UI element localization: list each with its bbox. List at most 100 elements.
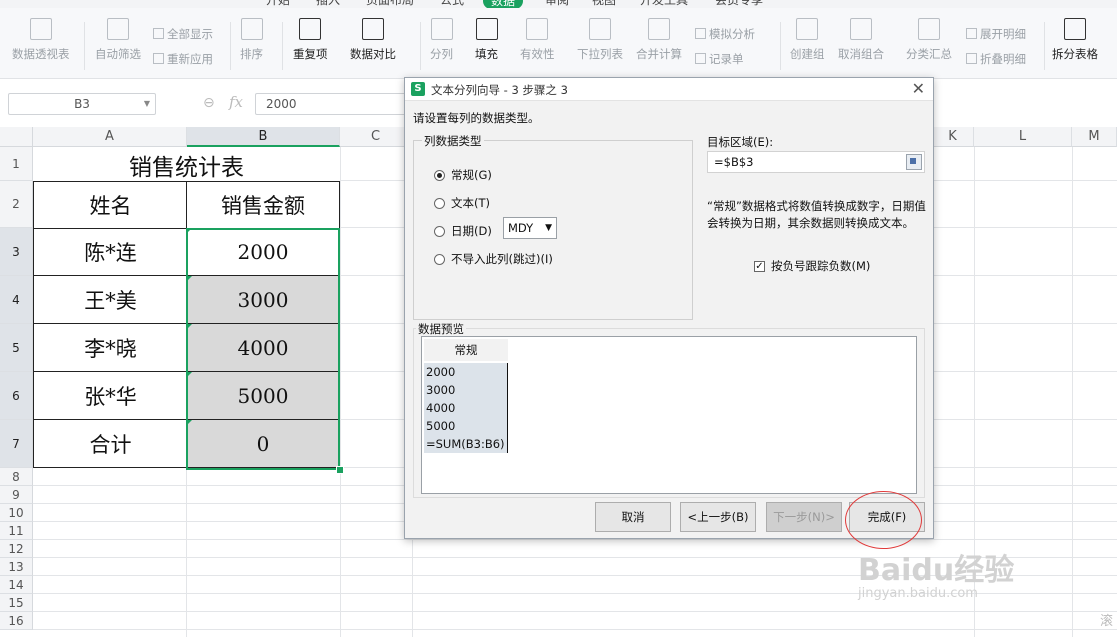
- autofilter-button[interactable]: 自动筛选: [95, 18, 141, 62]
- cancel-button[interactable]: 取消: [595, 502, 671, 532]
- radio-selected-icon: [434, 169, 445, 181]
- radio-text[interactable]: 文本(T): [434, 195, 490, 211]
- radio-icon: [434, 197, 445, 209]
- tab-member[interactable]: 会员专享: [715, 0, 763, 8]
- tab-view[interactable]: 视图: [592, 0, 616, 8]
- table-title[interactable]: 销售统计表: [33, 147, 340, 182]
- create-group-button[interactable]: 创建组: [790, 18, 825, 62]
- row-header-9[interactable]: 9: [0, 486, 33, 504]
- tab-home[interactable]: 开始: [266, 0, 290, 8]
- collapse-detail-button[interactable]: 折叠明细: [966, 51, 1026, 67]
- row-header-14[interactable]: 14: [0, 576, 33, 594]
- fill-button[interactable]: 填充: [475, 18, 498, 62]
- pivot-table-button[interactable]: 数据透视表: [12, 18, 70, 62]
- row-header-5[interactable]: 5: [0, 324, 33, 372]
- column-type-group: 列数据类型 常规(G) 文本(T) 日期(D) MDY ▼ 不导入此列(跳过)(I…: [413, 133, 693, 320]
- total-amount-cell[interactable]: 0: [186, 420, 340, 468]
- name-cell[interactable]: 张*华: [33, 372, 187, 420]
- radio-general[interactable]: 常规(G): [434, 167, 492, 183]
- row-header-11[interactable]: 11: [0, 522, 33, 540]
- collapse-icon: [966, 53, 977, 64]
- row-header-1[interactable]: 1: [0, 147, 33, 181]
- radio-skip[interactable]: 不导入此列(跳过)(I): [434, 251, 553, 267]
- split-column-button[interactable]: 分列: [430, 18, 453, 62]
- tab-layout[interactable]: 页面布局: [366, 0, 414, 8]
- column-header-l[interactable]: L: [974, 127, 1072, 147]
- tab-data[interactable]: 数据: [483, 0, 524, 8]
- chevron-down-icon: ▼: [545, 223, 552, 233]
- row-header-4[interactable]: 4: [0, 276, 33, 324]
- sort-button[interactable]: 排序: [240, 18, 263, 62]
- subtotal-icon: [918, 18, 940, 40]
- row-header-2[interactable]: 2: [0, 181, 33, 228]
- preview-row: 3000: [424, 381, 508, 399]
- target-range-input[interactable]: =$B$3: [707, 151, 925, 173]
- tab-developer[interactable]: 开发工具: [640, 0, 688, 8]
- row-header-3[interactable]: 3: [0, 228, 33, 276]
- row-header-13[interactable]: 13: [0, 558, 33, 576]
- row-header-10[interactable]: 10: [0, 504, 33, 522]
- column-header-b[interactable]: B: [187, 127, 340, 147]
- column-header-c[interactable]: C: [340, 127, 412, 147]
- select-all-corner[interactable]: [0, 127, 33, 147]
- finish-button[interactable]: 完成(F): [849, 502, 925, 532]
- duplicates-button[interactable]: 重复项: [293, 18, 328, 62]
- track-negative-checkbox[interactable]: ✓ 按负号跟踪负数(M): [754, 258, 870, 274]
- preview-column-header[interactable]: 常规: [424, 339, 508, 361]
- subtotal-button[interactable]: 分类汇总: [906, 18, 952, 62]
- split-table-button[interactable]: 拆分表格: [1052, 18, 1098, 62]
- fx-icon[interactable]: fx: [229, 93, 243, 111]
- name-cell[interactable]: 陈*连: [33, 228, 187, 276]
- amount-cell[interactable]: 3000: [186, 276, 340, 324]
- simulate-analysis-button[interactable]: 模拟分析: [695, 26, 755, 42]
- row-header-12[interactable]: 12: [0, 540, 33, 558]
- show-all-button[interactable]: 全部显示: [153, 26, 213, 42]
- header-amount-cell[interactable]: 销售金额: [186, 181, 340, 229]
- reapply-button[interactable]: 重新应用: [153, 51, 213, 67]
- close-icon[interactable]: ✕: [912, 79, 925, 98]
- dialog-titlebar[interactable]: S 文本分列向导 - 3 步骤之 3 ✕: [405, 78, 933, 101]
- row-header-7[interactable]: 7: [0, 420, 33, 468]
- tab-review[interactable]: 审阅: [545, 0, 569, 8]
- name-cell[interactable]: 李*晓: [33, 324, 187, 372]
- data-preview[interactable]: 常规 2000 3000 4000 5000 =SUM(B3:B6): [421, 336, 917, 494]
- amount-cell[interactable]: 5000: [186, 372, 340, 420]
- preview-row: =SUM(B3:B6): [424, 435, 508, 453]
- zoom-icon[interactable]: ⊖: [203, 95, 215, 111]
- formula-input[interactable]: 2000: [255, 93, 415, 115]
- row-header-15[interactable]: 15: [0, 594, 33, 612]
- dropdown-list-icon: [589, 18, 611, 40]
- amount-cell[interactable]: 2000: [186, 228, 340, 276]
- tab-insert[interactable]: 插入: [316, 0, 340, 8]
- group-icon: [796, 18, 819, 40]
- ungroup-button[interactable]: 取消组合: [838, 18, 884, 62]
- tab-formula[interactable]: 公式: [440, 0, 464, 8]
- column-header-k[interactable]: K: [932, 127, 974, 147]
- record-form-button[interactable]: 记录单: [695, 51, 744, 67]
- name-cell[interactable]: 王*美: [33, 276, 187, 324]
- dropdown-list-button[interactable]: 下拉列表: [577, 18, 623, 62]
- checkbox-checked-icon: ✓: [754, 260, 765, 272]
- column-header-m[interactable]: M: [1072, 127, 1117, 147]
- back-button[interactable]: <上一步(B): [680, 502, 756, 532]
- total-label-cell[interactable]: 合计: [33, 420, 187, 468]
- preview-row: 4000: [424, 399, 508, 417]
- range-picker-icon[interactable]: [906, 154, 922, 170]
- consolidate-button[interactable]: 合并计算: [636, 18, 682, 62]
- row-header-16[interactable]: 16: [0, 612, 33, 630]
- row-header-8[interactable]: 8: [0, 468, 33, 486]
- compare-button[interactable]: 数据对比: [350, 18, 396, 62]
- column-header-a[interactable]: A: [33, 127, 187, 147]
- date-format-select[interactable]: MDY ▼: [503, 217, 557, 239]
- row-header-6[interactable]: 6: [0, 372, 33, 420]
- chevron-down-icon[interactable]: ▼: [144, 94, 150, 114]
- radio-date[interactable]: 日期(D): [434, 223, 492, 239]
- validity-button[interactable]: 有效性: [520, 18, 555, 62]
- header-name-cell[interactable]: 姓名: [33, 181, 187, 229]
- sort-icon: [240, 18, 263, 40]
- name-box[interactable]: B3 ▼: [8, 93, 156, 115]
- fill-handle[interactable]: [336, 466, 344, 474]
- expand-detail-button[interactable]: 展开明细: [966, 26, 1026, 42]
- amount-cell[interactable]: 4000: [186, 324, 340, 372]
- column-type-legend: 列数据类型: [422, 133, 484, 149]
